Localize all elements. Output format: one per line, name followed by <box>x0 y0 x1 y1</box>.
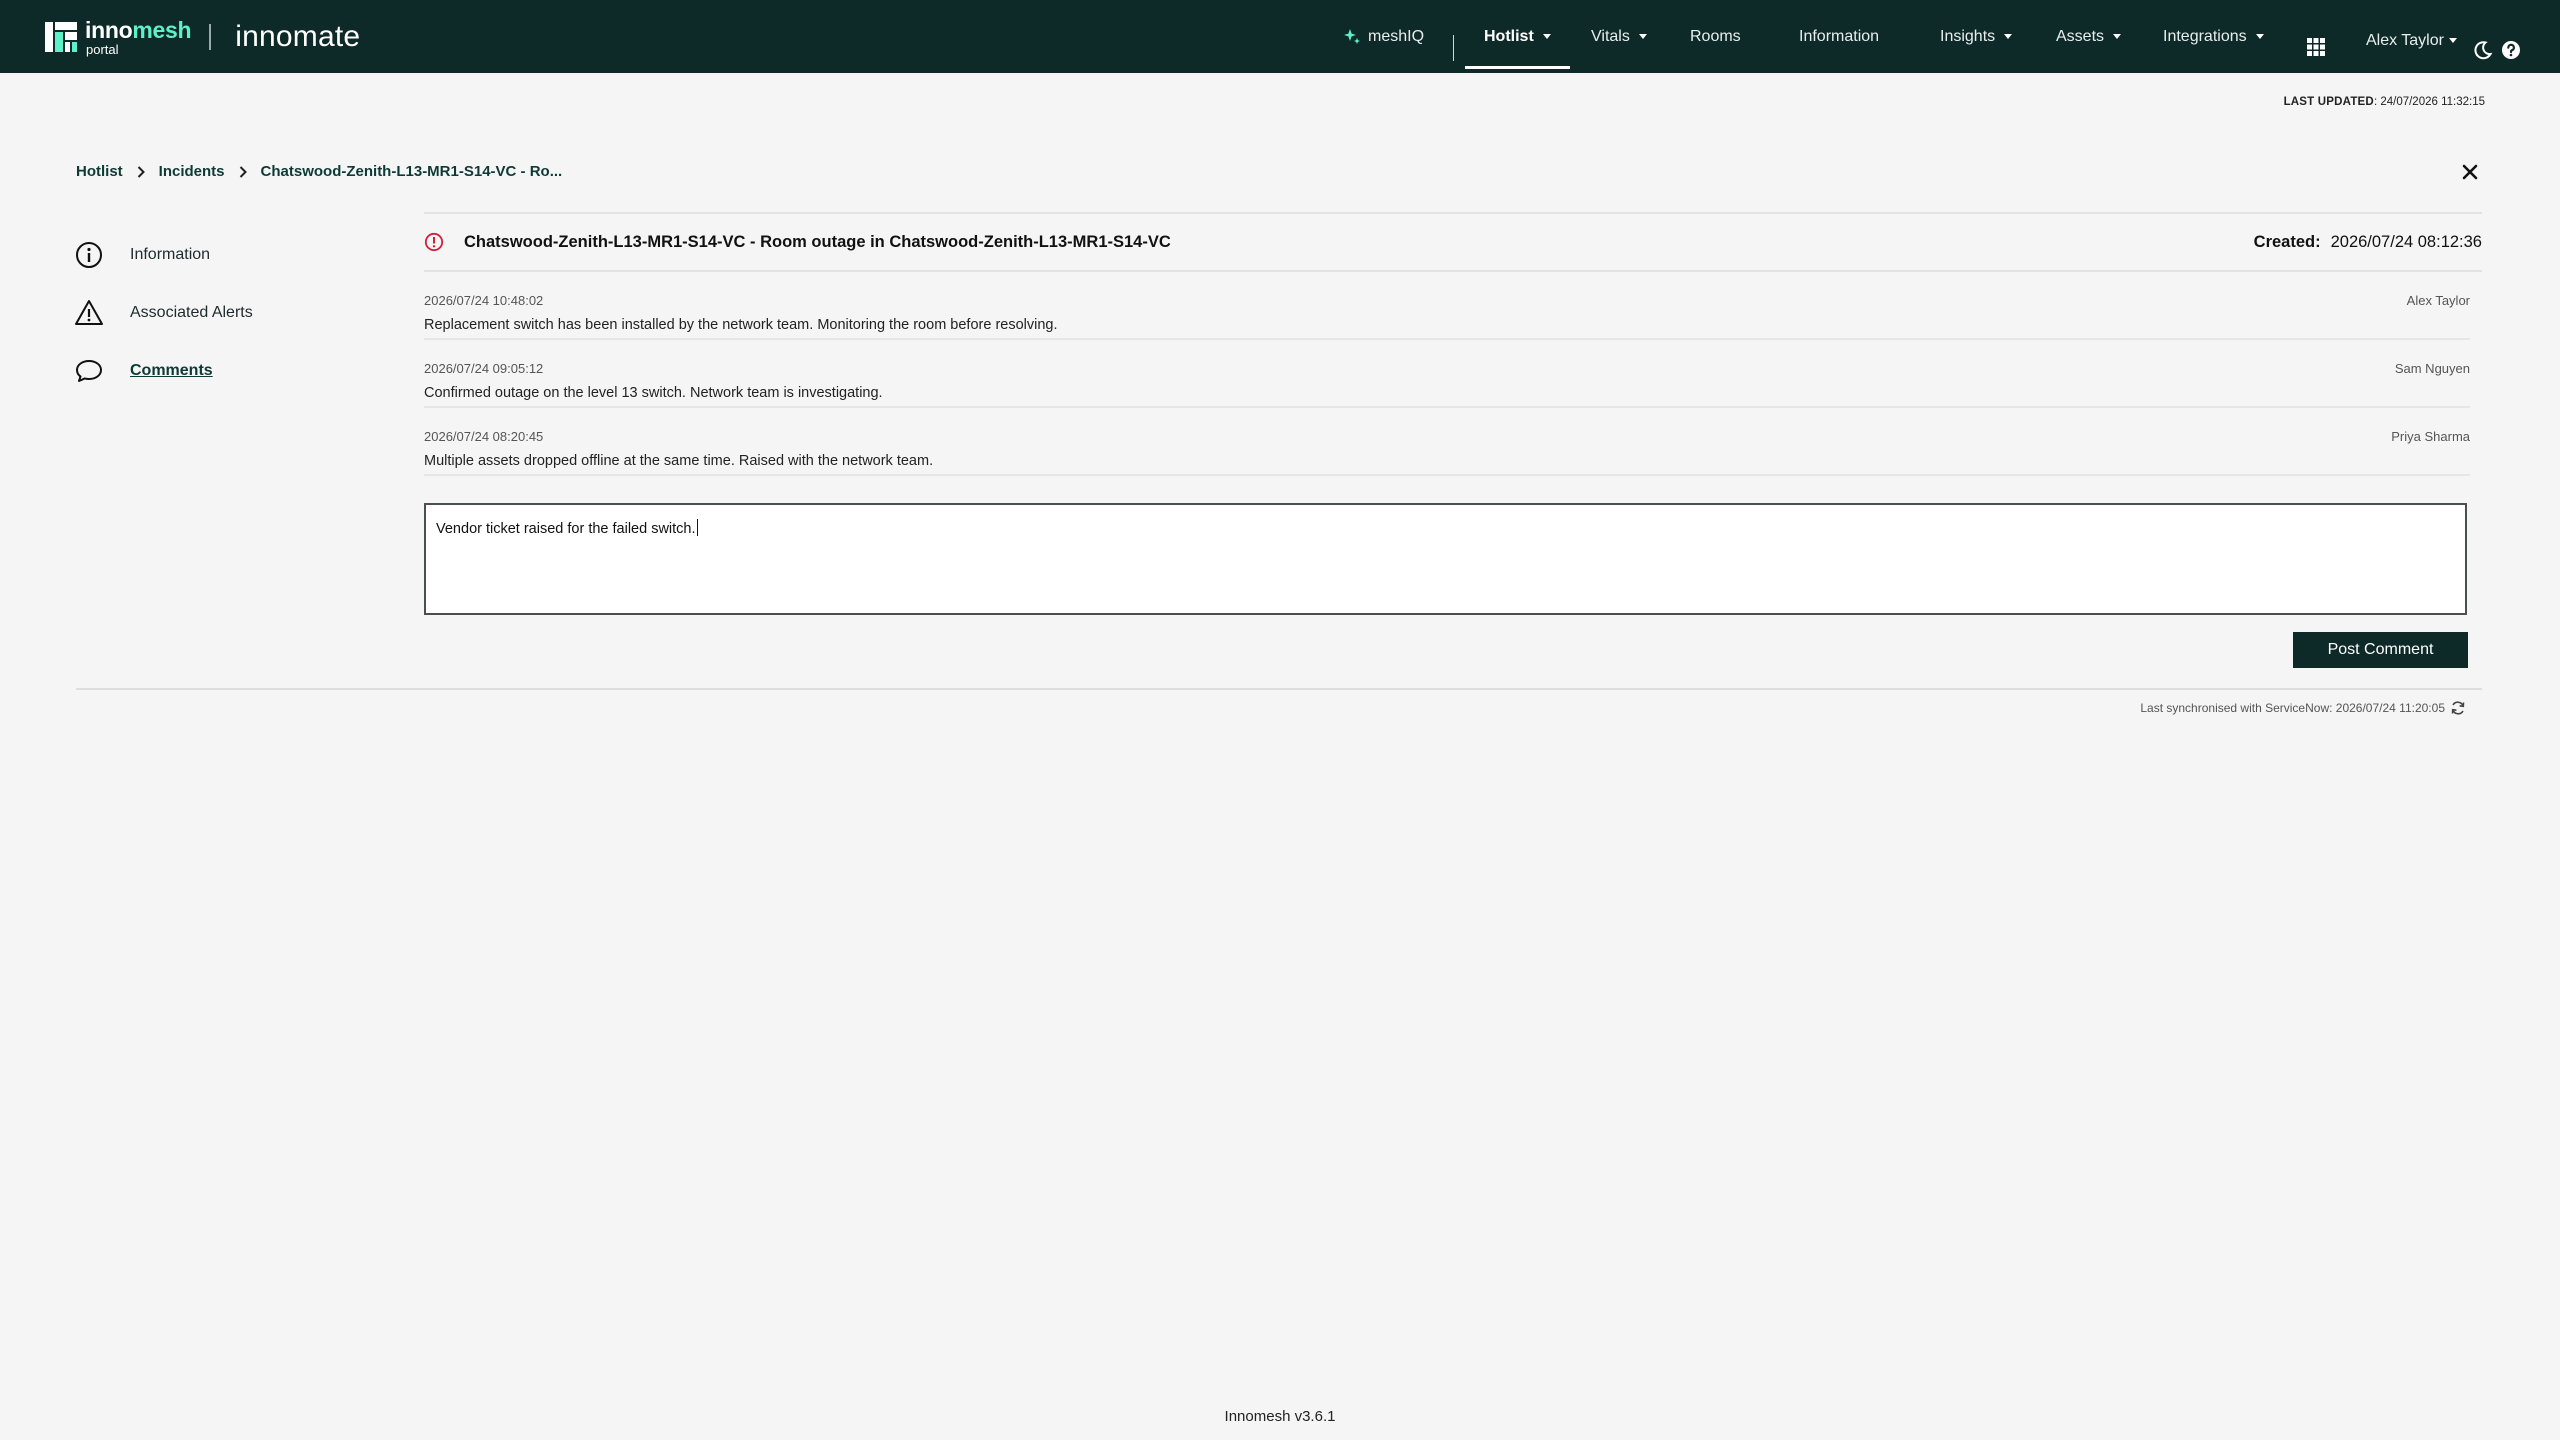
brand[interactable]: innomesh portal innomate <box>45 18 360 56</box>
app-version: Innomesh v3.6.1 <box>1224 1408 1336 1425</box>
incident-header: Chatswood-Zenith-L13-MR1-S14-VC - Room o… <box>424 212 2482 272</box>
nav-assets[interactable]: Assets <box>2056 0 2122 73</box>
brand-name-suffix: mesh <box>132 16 192 43</box>
alert-circle-icon <box>424 232 444 252</box>
nav-rooms[interactable]: Rooms <box>1690 0 1741 73</box>
brand-name-prefix: inno <box>85 16 133 43</box>
comment-body: Replacement switch has been installed by… <box>424 317 1058 333</box>
side-item-label: Associated Alerts <box>130 304 253 321</box>
comment-author: Alex Taylor <box>2406 293 2470 308</box>
help-icon[interactable] <box>2501 40 2520 59</box>
top-navigation-bar: innomesh portal innomate meshIQ Hotlist … <box>0 0 2560 73</box>
dark-mode-moon-icon[interactable] <box>2473 40 2493 60</box>
nav-rooms-label: Rooms <box>1690 27 1741 45</box>
nav-information-label: Information <box>1799 27 1880 45</box>
user-menu[interactable]: Alex Taylor <box>2366 4 2457 77</box>
comment-item: 2026/07/24 10:48:02 Alex Taylor Replacem… <box>424 272 2470 340</box>
brand-divider <box>209 24 212 50</box>
comment-timestamp: 2026/07/24 08:20:45 <box>424 429 544 444</box>
comment-timestamp: 2026/07/24 10:48:02 <box>424 293 544 308</box>
brand-sub: portal <box>86 41 119 57</box>
comment-icon <box>74 356 104 386</box>
nav-integrations-label: Integrations <box>2163 27 2247 45</box>
incident-title: Chatswood-Zenith-L13-MR1-S14-VC - Room o… <box>464 232 1171 251</box>
warning-icon <box>74 298 104 328</box>
user-name: Alex Taylor <box>2366 31 2444 49</box>
side-item-label: Comments <box>130 362 213 379</box>
post-comment-button[interactable]: Post Comment <box>2293 632 2468 668</box>
breadcrumb-current-incident: Chatswood-Zenith-L13-MR1-S14-VC - Ro... <box>260 163 563 180</box>
nav-vitals-label: Vitals <box>1591 27 1630 45</box>
last-updated-value: : 24/07/2026 11:32:15 <box>2373 96 2485 108</box>
side-item-information[interactable]: Information <box>74 226 394 284</box>
created-value: 2026/07/24 08:12:36 <box>2330 232 2482 251</box>
innomesh-logo-icon <box>45 20 79 54</box>
side-item-associated-alerts[interactable]: Associated Alerts <box>74 284 394 342</box>
chevron-right-icon <box>236 165 250 179</box>
sparkle-icon <box>1343 28 1361 46</box>
breadcrumb: Hotlist Incidents Chatswood-Zenith-L13-M… <box>76 163 562 180</box>
chevron-down-icon <box>1638 34 1647 39</box>
comment-textarea[interactable]: Vendor ticket raised for the failed swit… <box>424 503 2467 615</box>
nav-hotlist-label: Hotlist <box>1484 27 1534 45</box>
chevron-down-icon <box>2448 38 2457 43</box>
comment-author: Sam Nguyen <box>2394 361 2470 376</box>
sync-status-text: Last synchronised with ServiceNow: 2026/… <box>2140 701 2445 715</box>
chevron-down-icon <box>1542 34 1551 39</box>
incident-created: Created: 2026/07/24 08:12:36 <box>2254 233 2482 252</box>
info-icon <box>74 240 104 270</box>
breadcrumb-hotlist[interactable]: Hotlist <box>76 163 123 180</box>
side-item-comments[interactable]: Comments <box>74 342 394 400</box>
product-name: innomate <box>235 20 361 53</box>
comment-body: Confirmed outage on the level 13 switch.… <box>424 385 883 401</box>
incident-comments-panel: Chatswood-Zenith-L13-MR1-S14-VC - Room o… <box>424 212 2482 668</box>
comment-item: 2026/07/24 08:20:45 Priya Sharma Multipl… <box>424 408 2470 476</box>
comment-timestamp: 2026/07/24 09:05:12 <box>424 361 544 376</box>
brand-wordmark: innomesh portal <box>85 16 192 57</box>
nav-assets-label: Assets <box>2056 27 2105 45</box>
side-item-label: Information <box>130 246 211 263</box>
nav-separator <box>1453 35 1454 61</box>
last-updated-label: LAST UPDATED <box>2283 96 2374 108</box>
incident-side-menu: Information Associated Alerts Comments <box>74 226 394 400</box>
nav-insights[interactable]: Insights <box>1940 0 2013 73</box>
comment-item: 2026/07/24 09:05:12 Sam Nguyen Confirmed… <box>424 340 2470 408</box>
nav-meshiq-label: meshIQ <box>1368 27 1425 45</box>
last-updated: LAST UPDATED: 24/07/2026 11:32:15 <box>2284 96 2485 108</box>
chevron-down-icon <box>2004 34 2013 39</box>
breadcrumb-incidents[interactable]: Incidents <box>159 163 225 180</box>
comment-textarea-value: Vendor ticket raised for the failed swit… <box>436 521 696 537</box>
apps-grid-icon[interactable] <box>2306 37 2326 57</box>
section-divider <box>76 688 2482 690</box>
nav-insights-label: Insights <box>1940 27 1996 45</box>
comment-body: Multiple assets dropped offline at the s… <box>424 453 934 469</box>
created-label: Created: <box>2253 232 2321 251</box>
chevron-down-icon <box>2113 34 2122 39</box>
comment-author: Priya Sharma <box>2391 429 2470 444</box>
chevron-down-icon <box>2255 34 2264 39</box>
nav-integrations[interactable]: Integrations <box>2163 0 2264 73</box>
nav-information[interactable]: Information <box>1799 0 1879 73</box>
chevron-right-icon <box>134 165 148 179</box>
text-cursor <box>696 519 698 536</box>
nav-meshiq[interactable]: meshIQ <box>1343 0 1424 73</box>
nav-vitals[interactable]: Vitals <box>1591 0 1647 73</box>
refresh-icon[interactable] <box>2450 700 2466 716</box>
close-icon[interactable] <box>2461 163 2479 181</box>
sync-status: Last synchronised with ServiceNow: 2026/… <box>2140 700 2466 716</box>
nav-hotlist[interactable]: Hotlist <box>1465 0 1570 73</box>
